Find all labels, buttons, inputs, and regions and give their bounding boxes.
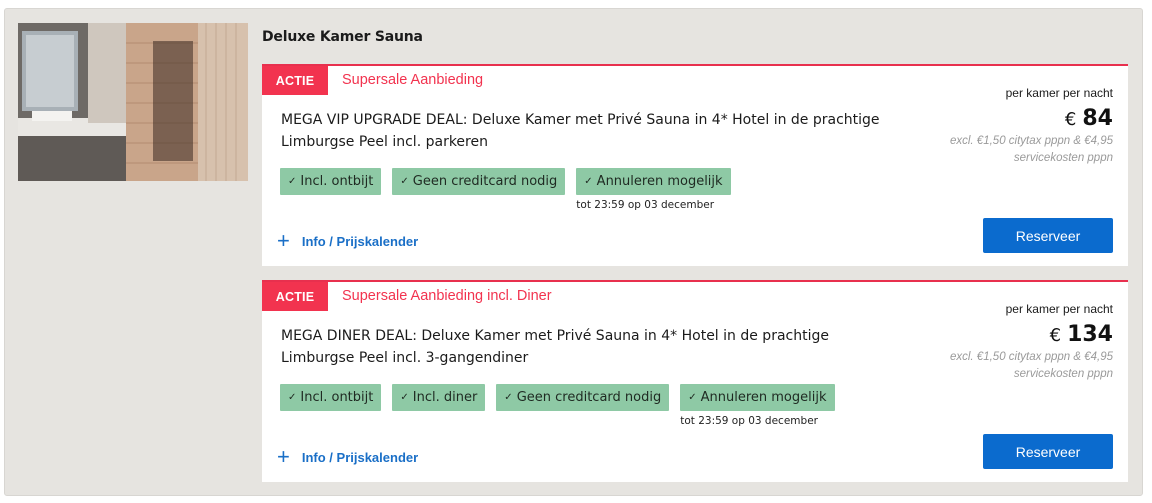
tax-note: excl. €1,50 citytax pppn & €4,95 service… <box>949 135 1113 164</box>
feature-badges: ✓ Incl. ontbijt ✓ Incl. diner ✓ Geen cre… <box>280 384 835 427</box>
price-unit-label: per kamer per nacht <box>1005 302 1113 316</box>
feature-badge: ✓ Incl. ontbijt <box>280 168 382 195</box>
feature-badge-label: Geen creditcard nodig <box>412 174 558 189</box>
cancel-deadline-note: tot 23:59 op 03 december <box>680 415 818 427</box>
check-icon: ✓ <box>288 392 297 403</box>
info-link-label: Info / Prijskalender <box>301 233 419 249</box>
offer-description: MEGA VIP UPGRADE DEAL: Deluxe Kamer met … <box>281 112 880 150</box>
check-icon: ✓ <box>400 392 409 403</box>
feature-badge-label: Annuleren mogelijk <box>700 390 827 405</box>
info-prijskalender-link[interactable]: + Info / Prijskalender <box>277 444 419 469</box>
feature-badge: ✓ Annuleren mogelijk <box>680 384 835 411</box>
sauna-room-image <box>18 23 248 181</box>
offer-card: ACTIE Supersale Aanbieding MEGA VIP UPGR… <box>262 64 1128 266</box>
reserve-button[interactable]: Reserveer <box>983 434 1113 469</box>
cancel-badge-wrap: ✓ Annuleren mogelijk tot 23:59 op 03 dec… <box>576 168 731 211</box>
feature-badge: ✓ Annuleren mogelijk <box>576 168 731 195</box>
price-value: €134 <box>893 322 1113 347</box>
feature-badge-label: Incl. ontbijt <box>300 174 374 189</box>
feature-badges: ✓ Incl. ontbijt ✓ Geen creditcard nodig … <box>280 168 731 211</box>
check-icon: ✓ <box>400 176 409 187</box>
feature-badge-label: Geen creditcard nodig <box>516 390 662 405</box>
feature-badge: ✓ Incl. diner <box>392 384 486 411</box>
check-icon: ✓ <box>688 392 697 403</box>
feature-badge-label: Annuleren mogelijk <box>596 174 723 189</box>
actie-badge: ACTIE <box>262 282 328 311</box>
price-value: €84 <box>893 106 1113 131</box>
plus-icon: + <box>277 228 290 253</box>
room-title: Deluxe Kamer Sauna <box>262 29 423 45</box>
currency-symbol: € <box>1049 325 1062 346</box>
price-block: per kamer per nacht €84 excl. €1,50 city… <box>893 86 1113 167</box>
check-icon: ✓ <box>584 176 593 187</box>
plus-icon: + <box>277 444 290 469</box>
check-icon: ✓ <box>288 176 297 187</box>
feature-badge-label: Incl. diner <box>412 390 478 405</box>
room-container: Deluxe Kamer Sauna ACTIE Supersale Aanbi… <box>4 8 1143 496</box>
offer-description: MEGA DINER DEAL: Deluxe Kamer met Privé … <box>281 328 829 366</box>
price-block: per kamer per nacht €134 excl. €1,50 cit… <box>893 302 1113 383</box>
deal-title: Supersale Aanbieding <box>342 72 484 88</box>
feature-badge-label: Incl. ontbijt <box>300 390 374 405</box>
info-link-label: Info / Prijskalender <box>301 449 419 465</box>
offer-card: ACTIE Supersale Aanbieding incl. Diner M… <box>262 280 1128 482</box>
price-amount: 84 <box>1082 106 1113 131</box>
actie-badge: ACTIE <box>262 66 328 95</box>
check-icon: ✓ <box>504 392 513 403</box>
cancel-deadline-note: tot 23:59 op 03 december <box>576 199 715 211</box>
tax-note: excl. €1,50 citytax pppn & €4,95 service… <box>949 351 1113 380</box>
feature-badge: ✓ Geen creditcard nodig <box>496 384 670 411</box>
feature-badge: ✓ Geen creditcard nodig <box>392 168 566 195</box>
reserve-button[interactable]: Reserveer <box>983 218 1113 253</box>
currency-symbol: € <box>1064 109 1077 130</box>
room-photo[interactable] <box>18 23 248 181</box>
info-prijskalender-link[interactable]: + Info / Prijskalender <box>277 228 419 253</box>
deal-title: Supersale Aanbieding incl. Diner <box>342 288 552 304</box>
cancel-badge-wrap: ✓ Annuleren mogelijk tot 23:59 op 03 dec… <box>680 384 835 427</box>
price-unit-label: per kamer per nacht <box>1005 86 1113 100</box>
price-amount: 134 <box>1067 322 1113 347</box>
feature-badge: ✓ Incl. ontbijt <box>280 384 382 411</box>
